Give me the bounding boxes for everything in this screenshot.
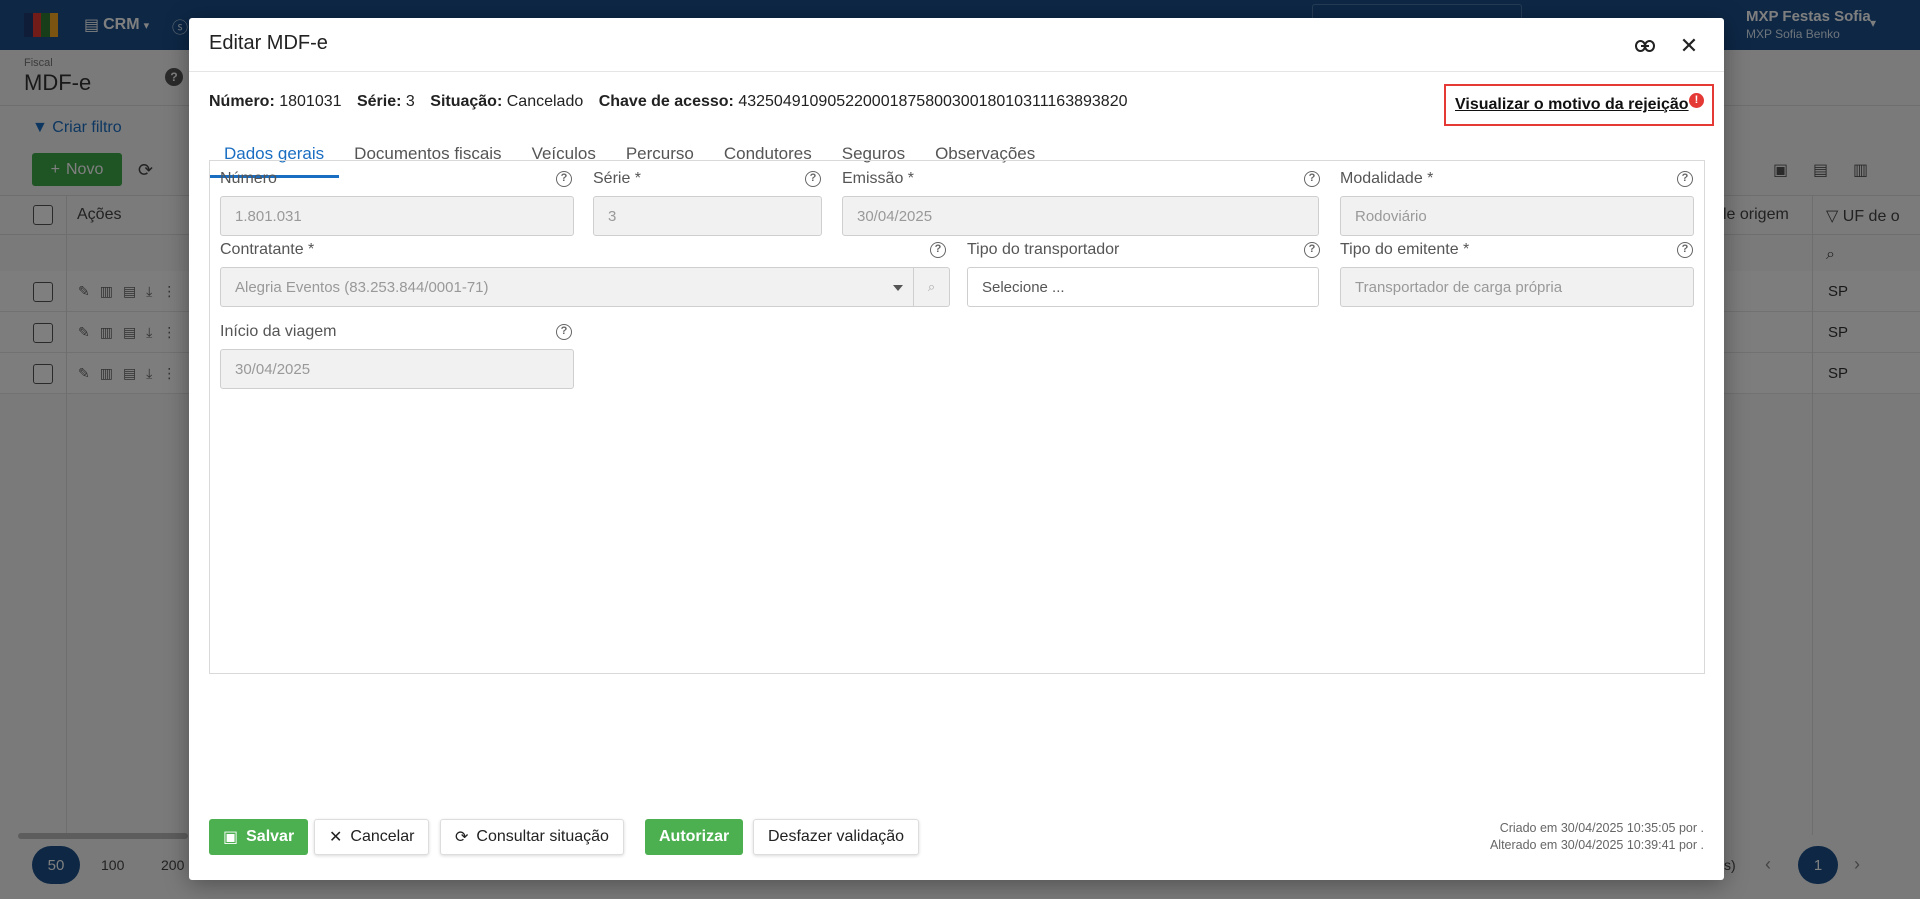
general-data-panel: Número ? 1.801.031 Série * ? 3 Emissão *… [209, 160, 1705, 674]
help-icon[interactable]: ? [1304, 171, 1320, 187]
chave-value: 4325049109052200018758003001801031116389… [738, 93, 1128, 110]
help-icon[interactable]: ? [930, 242, 946, 258]
help-icon[interactable]: ? [1677, 242, 1693, 258]
alert-icon: ! [1689, 93, 1704, 108]
chave-label: Chave de acesso: [598, 93, 734, 110]
help-icon[interactable]: ? [556, 324, 572, 340]
edit-mdfe-dialog: Editar MDF-e ✕ Número: 1801031 Série: 3 … [189, 18, 1724, 880]
help-icon[interactable]: ? [1677, 171, 1693, 187]
emissao-field-label: Emissão * [842, 170, 915, 187]
check-status-label: Consultar situação [476, 828, 609, 845]
undo-validation-label: Desfazer validação [768, 828, 905, 845]
situacao-label: Situação: [430, 93, 503, 110]
dialog-title: Editar MDF-e [209, 32, 328, 54]
serie-label: Série: [356, 93, 402, 110]
undo-validation-button[interactable]: Desfazer validação [753, 819, 920, 855]
save-icon: ▣ [223, 829, 239, 846]
serie-field-label: Série * [593, 170, 642, 187]
audit-info: Criado em 30/04/2025 10:35:05 por . Alte… [1490, 820, 1704, 854]
numero-value: 1801031 [279, 93, 342, 110]
view-rejection-reason-link[interactable]: Visualizar o motivo da rejeição [1455, 96, 1689, 114]
rejection-reason-box: Visualizar o motivo da rejeição ! [1444, 84, 1714, 126]
search-icon[interactable]: ⌕ [914, 267, 950, 307]
serie-field[interactable]: 3 [593, 196, 822, 236]
save-button[interactable]: ▣ Salvar [209, 819, 309, 855]
tipo-emitente-field-label: Tipo do emitente * [1340, 241, 1470, 258]
numero-field-label: Número [220, 170, 277, 187]
inicio-viagem-field[interactable]: 30/04/2025 [220, 349, 574, 389]
tipo-transportador-field-label: Tipo do transportador [967, 241, 1120, 258]
cancel-label: Cancelar [350, 828, 415, 845]
close-icon[interactable]: ✕ [1676, 33, 1702, 59]
link-icon[interactable] [1632, 33, 1658, 59]
help-icon[interactable]: ? [805, 171, 821, 187]
caret-down-icon[interactable] [893, 285, 903, 291]
check-status-button[interactable]: ⟳ Consultar situação [440, 819, 624, 855]
cancel-button[interactable]: ✕ Cancelar [314, 819, 430, 855]
situacao-value: Cancelado [506, 93, 584, 110]
authorize-label: Autorizar [659, 828, 730, 845]
created-at: Criado em 30/04/2025 10:35:05 por . [1499, 821, 1704, 835]
modalidade-field-label: Modalidade * [1340, 170, 1434, 187]
numero-label: Número: [209, 93, 275, 110]
document-info: Número: 1801031 Série: 3 Situação: Cance… [209, 93, 1127, 111]
emissao-field[interactable]: 30/04/2025 [842, 196, 1319, 236]
help-icon[interactable]: ? [1304, 242, 1320, 258]
tipo-emitente-select[interactable]: Transportador de carga própria [1340, 267, 1694, 307]
divider [189, 71, 1724, 72]
numero-field[interactable]: 1.801.031 [220, 196, 574, 236]
refresh-icon: ⟳ [455, 829, 469, 846]
serie-value: 3 [405, 93, 415, 110]
updated-at: Alterado em 30/04/2025 10:39:41 por . [1489, 838, 1704, 852]
contratante-select[interactable]: Alegria Eventos (83.253.844/0001-71) [220, 267, 914, 307]
help-icon[interactable]: ? [556, 171, 572, 187]
inicio-viagem-field-label: Início da viagem [220, 323, 337, 340]
close-icon: ✕ [329, 829, 343, 846]
authorize-button[interactable]: Autorizar [645, 819, 744, 855]
save-label: Salvar [246, 828, 295, 845]
contratante-field-label: Contratante * [220, 241, 315, 258]
tipo-transportador-select[interactable]: Selecione ... [967, 267, 1319, 307]
modalidade-field[interactable]: Rodoviário [1340, 196, 1694, 236]
